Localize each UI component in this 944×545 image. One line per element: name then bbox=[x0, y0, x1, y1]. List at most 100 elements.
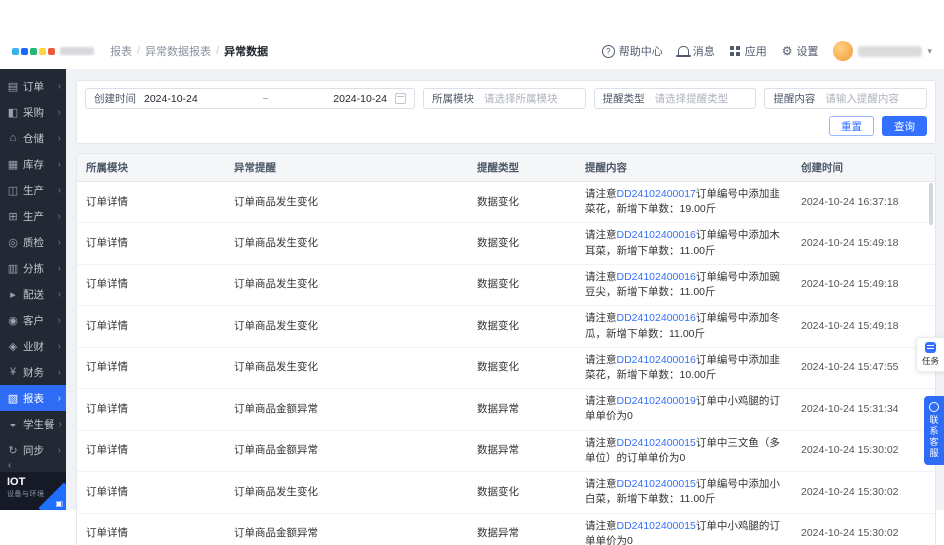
cell-content: 请注意DD24102400016订单编号中添加韭菜花，新增下单数：10.00斤 bbox=[576, 347, 792, 388]
cell-created-time: 2024-10-24 15:49:18 bbox=[792, 223, 935, 264]
order-number-link[interactable]: DD24102400016 bbox=[617, 271, 696, 283]
cell-alert: 订单商品金额异常 bbox=[225, 389, 468, 430]
order-number-link[interactable]: DD24102400016 bbox=[617, 229, 696, 241]
cell-created-time: 2024-10-24 16:37:18 bbox=[792, 182, 935, 223]
date-separator: ~ bbox=[198, 93, 334, 105]
task-float-button[interactable]: 任务 bbox=[916, 337, 944, 372]
sidebar-item-label: 财务 bbox=[23, 365, 44, 380]
logo-block bbox=[48, 48, 55, 55]
cell-alert: 订单商品发生变化 bbox=[225, 472, 468, 513]
user-menu[interactable]: ▾ bbox=[833, 41, 932, 61]
iot-panel[interactable]: IOT 设备与环境 ▣ bbox=[0, 472, 66, 510]
contact-service-label: 联系客服 bbox=[929, 415, 938, 459]
cell-alert: 订单商品发生变化 bbox=[225, 264, 468, 305]
alert-type-select[interactable]: 提醒类型 请选择提醒类型 bbox=[594, 88, 757, 109]
header-actions: 帮助中心消息 应用 设置 ▾ bbox=[602, 41, 932, 61]
table-column-4: 创建时间 bbox=[792, 154, 935, 182]
chevron-right-icon: › bbox=[58, 159, 61, 170]
cell-type: 数据异常 bbox=[468, 430, 576, 471]
table-row[interactable]: 订单详情订单商品金额异常数据异常请注意DD24102400015订单中三文鱼（多… bbox=[77, 430, 935, 471]
main-content: 创建时间 2024-10-24 ~ 2024-10-24 所属模块 请选择所属模… bbox=[66, 69, 944, 510]
order-number-link[interactable]: DD24102400016 bbox=[617, 354, 696, 366]
sidebar-item-财务[interactable]: ¥财务› bbox=[0, 359, 66, 385]
alert-content-placeholder: 请输入提醒内容 bbox=[825, 91, 899, 106]
date-range-input[interactable]: 创建时间 2024-10-24 ~ 2024-10-24 bbox=[85, 88, 415, 109]
sidebar-item-label: 学生餐 bbox=[23, 417, 55, 432]
table-row[interactable]: 订单详情订单商品发生变化数据变化请注意DD24102400016订单编号中添加豌… bbox=[77, 264, 935, 305]
table-row[interactable]: 订单详情订单商品发生变化数据变化请注意DD24102400016订单编号中添加韭… bbox=[77, 347, 935, 388]
table-row[interactable]: 订单详情订单商品发生变化数据变化请注意DD24102400016订单编号中添加木… bbox=[77, 223, 935, 264]
table-row[interactable]: 订单详情订单商品发生变化数据变化请注意DD24102400016订单编号中添加冬… bbox=[77, 306, 935, 347]
header-action-settings[interactable]: 设置 bbox=[782, 43, 819, 59]
collapse-icon: ‹ bbox=[8, 460, 11, 471]
order-number-link[interactable]: DD24102400015 bbox=[617, 520, 696, 532]
sidebar-collapse[interactable]: ‹ bbox=[0, 458, 66, 472]
sidebar-item-生产[interactable]: ◫生产› bbox=[0, 177, 66, 203]
breadcrumb-item[interactable]: 报表 bbox=[110, 43, 132, 59]
table-row[interactable]: 订单详情订单商品发生变化数据变化请注意DD24102400017订单编号中添加韭… bbox=[77, 182, 935, 223]
production-icon: ◫ bbox=[7, 184, 19, 197]
purchase-icon: ◧ bbox=[7, 106, 19, 119]
cell-module: 订单详情 bbox=[77, 430, 225, 471]
breadcrumb-separator: / bbox=[137, 45, 140, 57]
cell-alert: 订单商品金额异常 bbox=[225, 513, 468, 545]
alert-content-input[interactable]: 提醒内容 请输入提醒内容 bbox=[764, 88, 927, 109]
sidebar-item-客户[interactable]: ◉客户› bbox=[0, 307, 66, 333]
table-row[interactable]: 订单详情订单商品金额异常数据异常请注意DD24102400019订单中小鸡腿的订… bbox=[77, 389, 935, 430]
table-scrollbar[interactable] bbox=[929, 183, 933, 225]
sidebar-item-生产[interactable]: ⊞生产› bbox=[0, 203, 66, 229]
table-column-3: 提醒内容 bbox=[576, 154, 792, 182]
sidebar-item-同步[interactable]: ↻同步› bbox=[0, 437, 66, 458]
chevron-right-icon: › bbox=[58, 81, 61, 92]
cell-alert: 订单商品发生变化 bbox=[225, 182, 468, 223]
cell-type: 数据异常 bbox=[468, 389, 576, 430]
data-table: 所属模块异常提醒提醒类型提醒内容创建时间 订单详情订单商品发生变化数据变化请注意… bbox=[77, 154, 935, 545]
order-number-link[interactable]: DD24102400019 bbox=[617, 395, 696, 407]
order-number-link[interactable]: DD24102400017 bbox=[617, 188, 696, 200]
table-row[interactable]: 订单详情订单商品发生变化数据变化请注意DD24102400015订单编号中添加小… bbox=[77, 472, 935, 513]
cell-module: 订单详情 bbox=[77, 306, 225, 347]
chevron-right-icon: › bbox=[58, 393, 61, 404]
order-number-link[interactable]: DD24102400015 bbox=[617, 478, 696, 490]
sidebar-item-业财[interactable]: ◈业财› bbox=[0, 333, 66, 359]
sidebar-item-仓储[interactable]: ⌂仓储› bbox=[0, 125, 66, 151]
cell-type: 数据变化 bbox=[468, 472, 576, 513]
header-action-message[interactable]: 消息 bbox=[678, 43, 715, 59]
chevron-right-icon: › bbox=[58, 107, 61, 118]
order-number-link[interactable]: DD24102400016 bbox=[617, 312, 696, 324]
header-action-label: 设置 bbox=[796, 43, 818, 59]
cell-type: 数据变化 bbox=[468, 223, 576, 264]
device-icon: ▣ bbox=[55, 499, 63, 508]
sidebar-item-订单[interactable]: ▤订单› bbox=[0, 73, 66, 99]
order-number-link[interactable]: DD24102400015 bbox=[617, 437, 696, 449]
app-logo[interactable] bbox=[12, 47, 94, 55]
cell-content: 请注意DD24102400015订单中小鸡腿的订单单价为0 bbox=[576, 513, 792, 545]
sidebar-item-分拣[interactable]: ▥分拣› bbox=[0, 255, 66, 281]
cell-type: 数据异常 bbox=[468, 513, 576, 545]
cell-alert: 订单商品发生变化 bbox=[225, 223, 468, 264]
cell-content: 请注意DD24102400016订单编号中添加冬瓜，新增下单数：11.00斤 bbox=[576, 306, 792, 347]
table-row[interactable]: 订单详情订单商品金额异常数据异常请注意DD24102400015订单中小鸡腿的订… bbox=[77, 513, 935, 545]
sidebar-item-报表[interactable]: ▧报表› bbox=[0, 385, 66, 411]
header-action-label: 应用 bbox=[745, 43, 767, 59]
logo-blurred-text bbox=[60, 47, 94, 55]
sidebar-item-学生餐[interactable]: ◒学生餐› bbox=[0, 411, 66, 437]
module-select[interactable]: 所属模块 请选择所属模块 bbox=[423, 88, 586, 109]
reset-button[interactable]: 重置 bbox=[829, 116, 874, 136]
header-action-apps[interactable]: 应用 bbox=[730, 43, 767, 59]
sidebar-item-采购[interactable]: ◧采购› bbox=[0, 99, 66, 125]
sidebar-item-配送[interactable]: ▸配送› bbox=[0, 281, 66, 307]
header-action-help[interactable]: 帮助中心 bbox=[602, 43, 663, 59]
help-icon bbox=[602, 45, 615, 58]
filter-row: 创建时间 2024-10-24 ~ 2024-10-24 所属模块 请选择所属模… bbox=[85, 88, 927, 109]
sidebar-item-库存[interactable]: ▦库存› bbox=[0, 151, 66, 177]
sidebar-item-质检[interactable]: ◎质检› bbox=[0, 229, 66, 255]
sync-icon: ↻ bbox=[7, 444, 19, 457]
alert-type-placeholder: 请选择提醒类型 bbox=[655, 91, 729, 106]
breadcrumb-item[interactable]: 异常数据报表 bbox=[145, 43, 211, 59]
warehouse-icon: ⌂ bbox=[7, 132, 19, 144]
cell-content: 请注意DD24102400015订单编号中添加小白菜，新增下单数：11.00斤 bbox=[576, 472, 792, 513]
contact-service-button[interactable]: 联系客服 bbox=[924, 396, 944, 465]
message-icon bbox=[678, 46, 689, 55]
search-button[interactable]: 查询 bbox=[882, 116, 927, 136]
